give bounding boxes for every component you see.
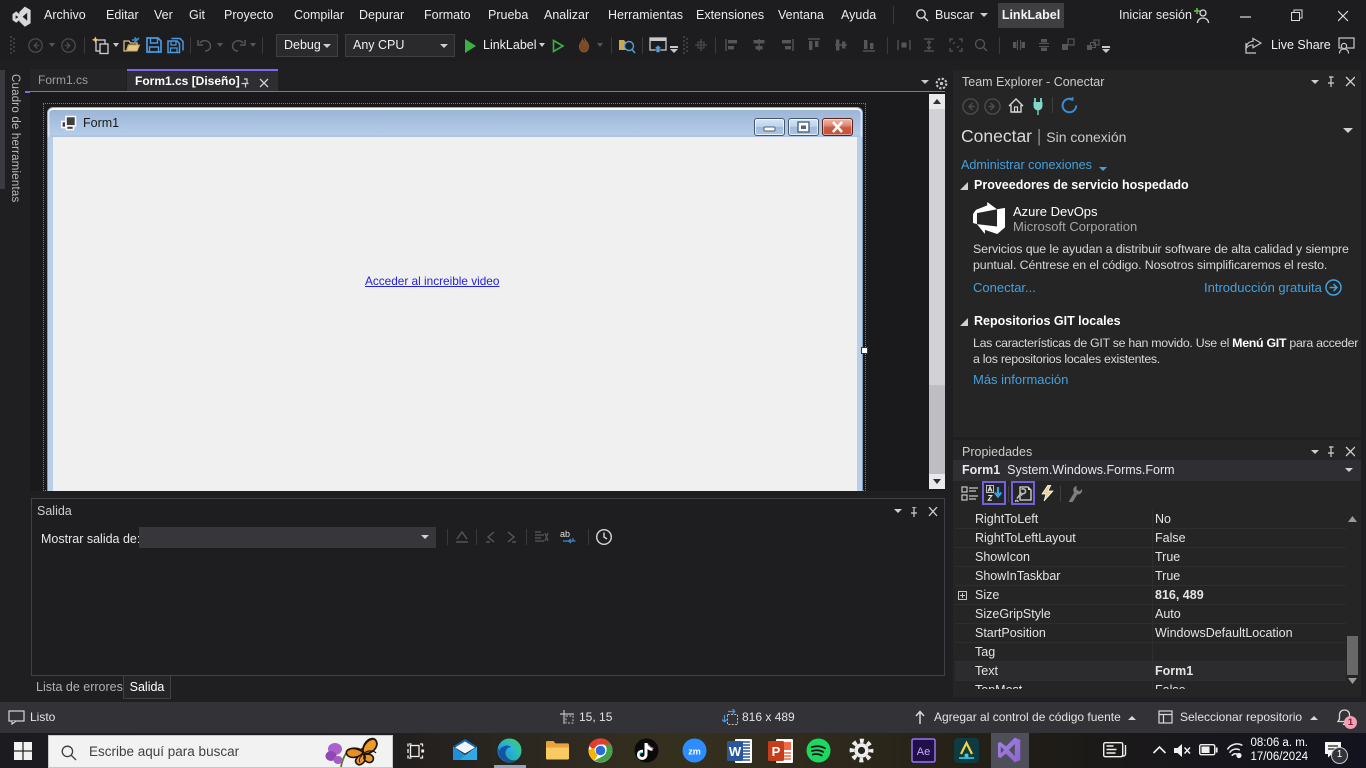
svg-text:ab: ab — [560, 529, 570, 539]
svg-text:P: P — [772, 744, 781, 759]
svg-text:zm: zm — [688, 747, 701, 757]
svg-text:Ae: Ae — [917, 746, 930, 758]
svg-text:W: W — [729, 744, 742, 759]
